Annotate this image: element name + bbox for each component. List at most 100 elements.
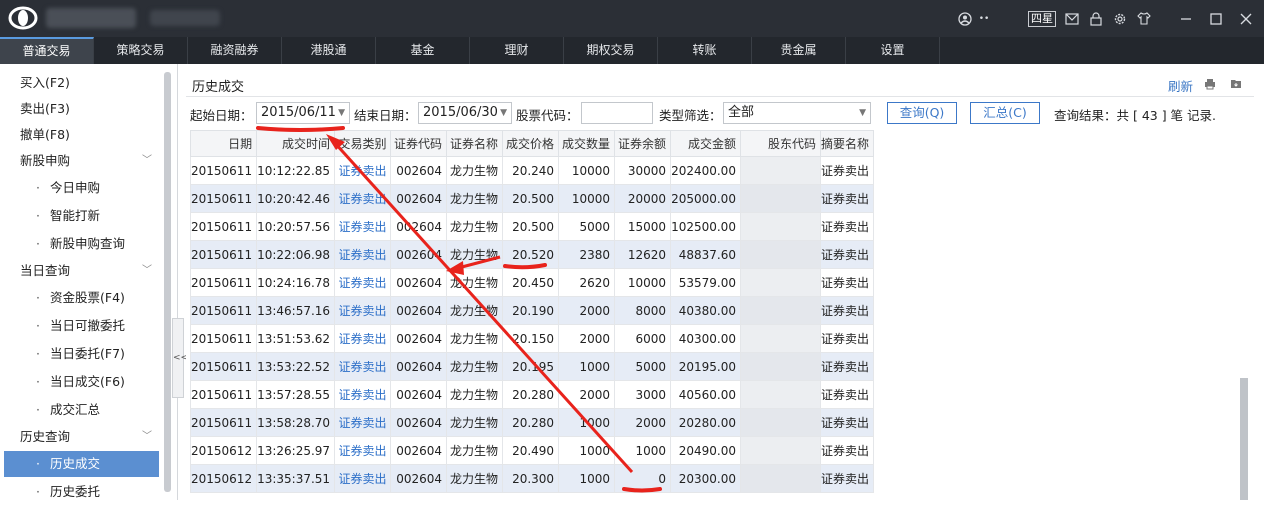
column-header[interactable]: 证券余额: [614, 130, 672, 157]
table-row[interactable]: 20150611 13:57:28.55 证券卖出 002604 龙力生物 20.280 2…: [189, 380, 874, 409]
start-date-picker[interactable]: 2015/06/11 ▼: [256, 102, 350, 124]
cell-holder-code: [739, 240, 821, 269]
user-dots: ••: [978, 13, 990, 24]
sidebar-group-today-query[interactable]: 当日查询 ﹀: [0, 258, 162, 284]
table-row[interactable]: 20150611 10:20:57.56 证券卖出 002604 龙力生物 20.500 5…: [189, 212, 874, 241]
sidebar-item-ipo-query[interactable]: 新股申购查询: [0, 231, 162, 257]
blurred-account-id: [150, 10, 220, 26]
table-row[interactable]: 20150611 13:46:57.16 证券卖出 002604 龙力生物 20.190 2…: [189, 296, 874, 325]
sidebar-item-today-deals[interactable]: 当日成交(F6): [0, 369, 162, 395]
sidebar-item-sell[interactable]: 卖出(F3): [0, 96, 162, 122]
stock-code-input[interactable]: [581, 102, 653, 124]
menu-normal-trade[interactable]: 普通交易: [0, 37, 94, 64]
cell-summary: 证券卖出: [819, 380, 874, 409]
table-row[interactable]: 20150611 10:20:42.46 证券卖出 002604 龙力生物 20.500 1…: [189, 184, 874, 213]
sidebar-group-history-query[interactable]: 历史查询 ﹀: [0, 424, 162, 450]
table-row[interactable]: 20150611 13:51:53.62 证券卖出 002604 龙力生物 20.150 2…: [189, 324, 874, 353]
sidebar-item-today-ipo[interactable]: 今日申购: [0, 175, 162, 201]
query-button[interactable]: 查询(Q): [887, 102, 957, 124]
sidebar-item-history-deals[interactable]: 历史成交: [4, 451, 159, 477]
type-filter-select[interactable]: 全部 ▼: [723, 102, 871, 124]
menu-margin-trade[interactable]: 融资融券: [188, 37, 282, 64]
user-icon[interactable]: [955, 9, 975, 29]
maximize-icon[interactable]: [1206, 9, 1226, 29]
table-row[interactable]: 20150611 10:12:22.85 证券卖出 002604 龙力生物 20.240 1…: [189, 156, 874, 185]
minimize-icon[interactable]: [1176, 9, 1196, 29]
cell-stock-code: 002604: [390, 268, 448, 297]
summary-button[interactable]: 汇总(C): [970, 102, 1040, 124]
cell-trade-type[interactable]: 证券卖出: [334, 352, 392, 381]
sidebar-item-smart-ipo[interactable]: 智能打新: [0, 203, 162, 229]
column-header[interactable]: 日期: [189, 130, 258, 157]
cell-balance: 0: [614, 464, 672, 493]
cell-date: 20150611: [189, 380, 258, 409]
gear-icon[interactable]: [1110, 9, 1130, 29]
cell-trade-type[interactable]: 证券卖出: [334, 464, 392, 493]
sidebar-item-deal-summary[interactable]: 成交汇总: [0, 397, 162, 423]
cell-stock-name: 龙力生物: [446, 380, 504, 409]
menu-settings[interactable]: 设置: [846, 37, 940, 64]
cell-stock-name: 龙力生物: [446, 436, 504, 465]
mail-icon[interactable]: [1062, 9, 1082, 29]
lock-icon[interactable]: [1086, 9, 1106, 29]
table-row[interactable]: 20150612 13:35:37.51 证券卖出 002604 龙力生物 20.300 1…: [189, 464, 874, 493]
table-row[interactable]: 20150611 10:22:06.98 证券卖出 002604 龙力生物 20.520 2…: [189, 240, 874, 269]
menu-wealth[interactable]: 理财: [470, 37, 564, 64]
cell-summary: 证券卖出: [819, 352, 874, 381]
table-row[interactable]: 20150612 13:26:25.97 证券卖出 002604 龙力生物 20.490 1…: [189, 436, 874, 465]
export-icon[interactable]: [1230, 78, 1242, 90]
cell-stock-code: 002604: [390, 408, 448, 437]
column-header[interactable]: 摘要名称: [819, 130, 874, 157]
cell-balance: 30000: [614, 156, 672, 185]
column-header[interactable]: 证券代码: [390, 130, 448, 157]
history-deals-table: 日期 成交时间 交易类别 证券代码 证券名称 成交价格 成交数量 证券余额 成交…: [189, 130, 874, 493]
table-scrollbar[interactable]: [1240, 378, 1248, 500]
cell-trade-type[interactable]: 证券卖出: [334, 408, 392, 437]
table-row[interactable]: 20150611 13:53:22.52 证券卖出 002604 龙力生物 20.195 1…: [189, 352, 874, 381]
cell-summary: 证券卖出: [819, 408, 874, 437]
cell-trade-type[interactable]: 证券卖出: [334, 184, 392, 213]
table-row[interactable]: 20150611 13:58:28.70 证券卖出 002604 龙力生物 20.280 1…: [189, 408, 874, 437]
menu-strategy-trade[interactable]: 策略交易: [94, 37, 188, 64]
menu-fund[interactable]: 基金: [376, 37, 470, 64]
cell-quantity: 2000: [558, 380, 616, 409]
menu-transfer[interactable]: 转账: [658, 37, 752, 64]
cell-trade-type[interactable]: 证券卖出: [334, 212, 392, 241]
print-icon[interactable]: [1204, 78, 1216, 90]
column-header[interactable]: 证券名称: [446, 130, 504, 157]
refresh-button[interactable]: 刷新: [1168, 76, 1193, 95]
menu-precious-metals[interactable]: 贵金属: [752, 37, 846, 64]
cell-trade-type[interactable]: 证券卖出: [334, 156, 392, 185]
menu-options[interactable]: 期权交易: [564, 37, 658, 64]
column-header[interactable]: 股东代码: [739, 130, 821, 157]
cell-trade-type[interactable]: 证券卖出: [334, 380, 392, 409]
column-header[interactable]: 成交时间: [256, 130, 336, 157]
column-header[interactable]: 成交数量: [558, 130, 616, 157]
column-header[interactable]: 成交金额: [670, 130, 741, 157]
cell-trade-type[interactable]: 证券卖出: [334, 296, 392, 325]
column-header[interactable]: 成交价格: [502, 130, 560, 157]
sidebar-group-ipo[interactable]: 新股申购 ﹀: [0, 148, 162, 174]
cell-holder-code: [739, 464, 821, 493]
cell-price: 20.150: [502, 324, 560, 353]
table-row[interactable]: 20150611 10:24:16.78 证券卖出 002604 龙力生物 20.450 2…: [189, 268, 874, 297]
end-date-picker[interactable]: 2015/06/30 ▼: [418, 102, 512, 124]
sidebar-collapse-button[interactable]: <<: [172, 318, 188, 398]
sidebar-item-cancel[interactable]: 撤单(F8): [0, 122, 162, 148]
column-header[interactable]: 交易类别: [334, 130, 392, 157]
sidebar-item-cancelable-orders[interactable]: 当日可撤委托: [0, 313, 162, 339]
sidebar-item-funds-stocks[interactable]: 资金股票(F4): [0, 285, 162, 311]
cell-amount: 102500.00: [670, 212, 741, 241]
sidebar-item-today-orders[interactable]: 当日委托(F7): [0, 341, 162, 367]
cell-trade-type[interactable]: 证券卖出: [334, 240, 392, 269]
close-icon[interactable]: [1236, 9, 1256, 29]
cell-stock-code: 002604: [390, 240, 448, 269]
sidebar-item-buy[interactable]: 买入(F2): [0, 70, 162, 96]
sidebar-item-history-orders[interactable]: 历史委托: [0, 479, 162, 505]
cell-trade-type[interactable]: 证券卖出: [334, 268, 392, 297]
sidebar-scrollbar[interactable]: [164, 72, 171, 492]
shirt-icon[interactable]: [1134, 9, 1154, 29]
cell-trade-type[interactable]: 证券卖出: [334, 324, 392, 353]
menu-hk-connect[interactable]: 港股通: [282, 37, 376, 64]
cell-trade-type[interactable]: 证券卖出: [334, 436, 392, 465]
